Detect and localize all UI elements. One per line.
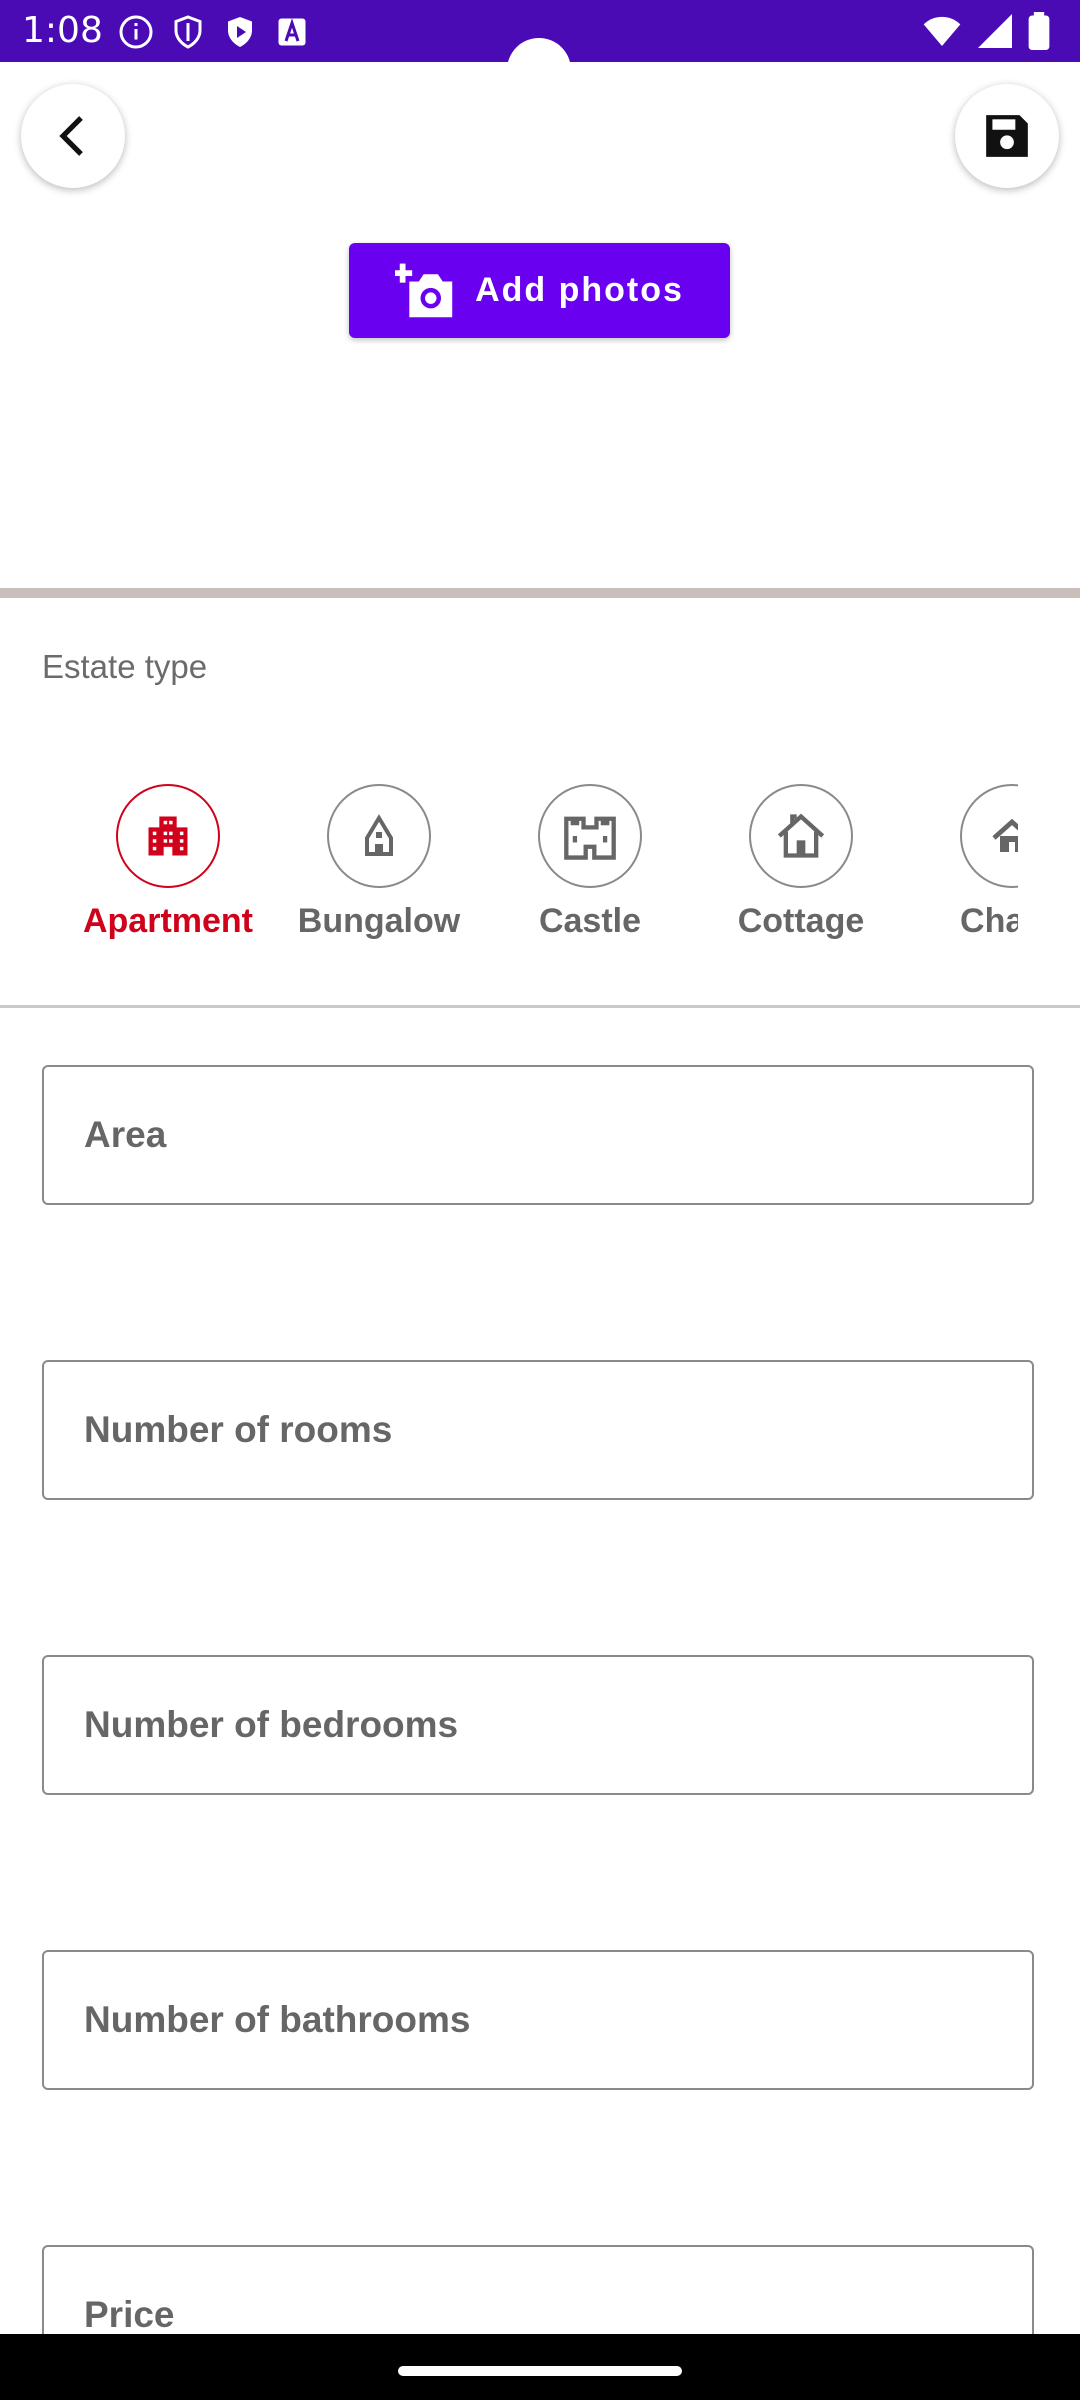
add-photos-label: Add photos — [475, 271, 684, 309]
navigation-bar — [0, 2334, 1080, 2400]
status-time: 1:08 — [22, 10, 103, 51]
wifi-icon — [923, 16, 961, 46]
estate-type-label: Estate type — [42, 648, 208, 685]
bedrooms-field[interactable] — [42, 1655, 1034, 1795]
cottage-icon-circle — [749, 784, 853, 888]
chalet-icon — [992, 818, 1018, 852]
chevron-left-icon — [59, 116, 83, 156]
bedrooms-input[interactable] — [44, 1657, 1032, 1793]
cottage-icon — [777, 813, 825, 858]
back-button[interactable] — [21, 84, 125, 188]
home-gesture-handle[interactable] — [398, 2366, 682, 2376]
area-input[interactable] — [44, 1067, 1032, 1203]
castle-icon-circle — [538, 784, 642, 888]
save-button[interactable] — [955, 84, 1059, 188]
add-camera-icon — [395, 263, 453, 317]
signal-icon — [978, 14, 1012, 48]
floppy-disk-icon — [986, 115, 1028, 157]
estate-type-cottage[interactable]: Cottage — [701, 784, 901, 941]
area-field[interactable] — [42, 1065, 1034, 1205]
bungalow-icon-circle — [327, 784, 431, 888]
estate-type-divider — [0, 1005, 1080, 1008]
estate-type-label-cottage: Cottage — [737, 902, 865, 940]
estate-type-castle[interactable]: Castle — [490, 784, 690, 941]
add-photos-button[interactable]: Add photos — [349, 243, 730, 338]
apartment-building-icon — [148, 816, 188, 856]
estate-type-chalet[interactable]: Chalet — [912, 784, 1018, 941]
castle-icon — [564, 816, 616, 860]
apartment-icon-circle — [116, 784, 220, 888]
estate-type-label-chalet: Chalet — [960, 902, 1018, 940]
notification-icons — [118, 14, 310, 50]
rooms-input[interactable] — [44, 1362, 1032, 1498]
estate-type-strip[interactable]: Apartment Bungalow Castle Cottage Cha — [0, 784, 1018, 944]
info-icon — [119, 15, 153, 49]
rooms-field[interactable] — [42, 1360, 1034, 1500]
photo-section-divider — [0, 588, 1080, 598]
estate-type-bungalow[interactable]: Bungalow — [279, 784, 479, 941]
battery-icon — [1028, 12, 1050, 50]
chalet-icon-circle — [960, 784, 1018, 888]
estate-type-label-castle: Castle — [538, 902, 642, 940]
bathrooms-field[interactable] — [42, 1950, 1034, 2090]
text-a-icon — [278, 18, 306, 46]
play-shield-icon — [228, 17, 252, 47]
system-icons — [922, 12, 1050, 50]
bathrooms-input[interactable] — [44, 1952, 1032, 2088]
estate-type-label-apartment: Apartment — [82, 902, 254, 940]
estate-type-apartment[interactable]: Apartment — [68, 784, 268, 941]
shield-icon — [174, 15, 202, 49]
bungalow-icon — [365, 814, 393, 856]
estate-type-label-bungalow: Bungalow — [297, 902, 461, 940]
